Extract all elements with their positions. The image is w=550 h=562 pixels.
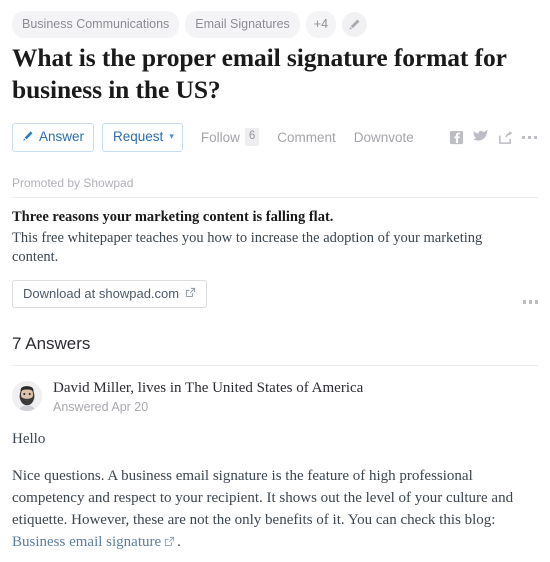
topic-more-count[interactable]: +4: [305, 10, 337, 39]
paragraph-text: .: [177, 533, 181, 550]
topic-tag[interactable]: Business Communications: [12, 10, 180, 39]
answer-timestamp: Answered Apr 20: [53, 399, 149, 414]
external-link-icon: [185, 287, 196, 300]
answer-body: Hello Nice questions. A business email s…: [12, 428, 538, 562]
answer-item: David Miller, lives in The United States…: [12, 379, 538, 562]
ad-cta-button[interactable]: Download at showpad.com: [12, 279, 208, 308]
external-link-icon: [164, 532, 175, 554]
user-avatar-icon: [12, 380, 42, 411]
request-button[interactable]: Request ▾: [102, 123, 183, 152]
follow-label: Follow: [200, 129, 240, 145]
ad-body-text: This free whitepaper teaches you how to …: [12, 230, 483, 266]
ad-options-icon[interactable]: [522, 300, 538, 304]
page-title: What is the proper email signature forma…: [12, 43, 507, 105]
answer-author-name[interactable]: David Miller, lives in The United States…: [53, 379, 363, 397]
topic-tag-row: Business Communications Email Signatures…: [12, 0, 538, 39]
ad-headline[interactable]: Three reasons your marketing content is …: [12, 208, 538, 227]
promoted-ad: Promoted by Showpad Three reasons your m…: [12, 176, 538, 308]
more-options-icon[interactable]: [521, 135, 537, 139]
pencil-icon: [348, 18, 361, 31]
topic-tag[interactable]: Email Signatures: [185, 10, 300, 39]
follow-button[interactable]: Follow 6: [200, 128, 260, 147]
ad-cta-label: Download at showpad.com: [23, 285, 180, 301]
share-icon-group: [449, 129, 539, 145]
blog-link[interactable]: Business email signature: [12, 534, 161, 550]
promoted-label: Promoted by Showpad: [12, 176, 538, 199]
answer-author-row: David Miller, lives in The United States…: [12, 379, 538, 414]
facebook-icon[interactable]: [449, 130, 464, 145]
answer-button[interactable]: Answer: [12, 122, 95, 152]
twitter-icon[interactable]: [472, 129, 489, 145]
share-icon[interactable]: [498, 130, 513, 145]
question-action-bar: Answer Request ▾ Follow 6 Comment Downvo…: [12, 122, 538, 152]
pencil-icon: [22, 130, 34, 145]
chevron-down-icon: ▾: [169, 131, 174, 142]
comment-button[interactable]: Comment: [277, 130, 336, 145]
edit-topics-button[interactable]: [342, 12, 368, 37]
question-page: Business Communications Email Signatures…: [0, 0, 550, 562]
request-button-label: Request: [113, 129, 164, 144]
downvote-button[interactable]: Downvote: [354, 130, 414, 145]
follow-count-badge: 6: [244, 128, 260, 147]
answer-paragraph: Nice questions. A business email signatu…: [12, 465, 538, 554]
avatar[interactable]: [12, 380, 42, 411]
answers-heading: 7 Answers: [12, 334, 538, 366]
paragraph-text: Nice questions. A business email signatu…: [12, 467, 514, 528]
answer-paragraph: Hello: [12, 430, 46, 447]
answer-button-label: Answer: [39, 129, 85, 144]
